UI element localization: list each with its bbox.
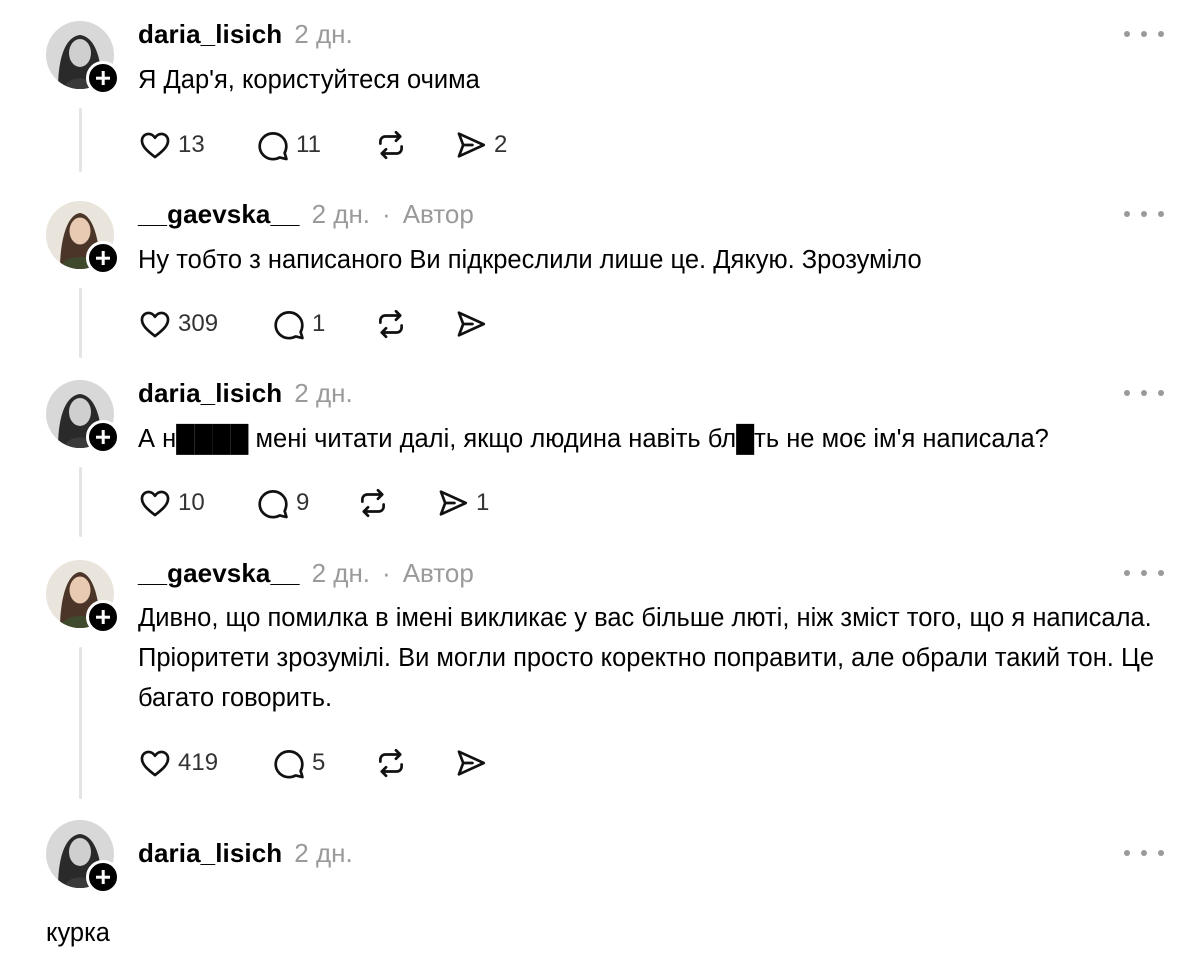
share-button[interactable]: 1 xyxy=(436,483,489,523)
comment-text: Я Дар'я, користуйтеся очима xyxy=(138,66,480,94)
share-count: 1 xyxy=(476,489,490,516)
repost-icon xyxy=(361,488,385,518)
like-button[interactable]: 309 xyxy=(138,304,218,344)
avatar-daria-lisich[interactable] xyxy=(46,21,120,95)
follow-plus-icon[interactable] xyxy=(86,600,120,634)
author-badge: Автор xyxy=(402,557,474,588)
caption-text: курка xyxy=(46,919,110,947)
reply-count: 11 xyxy=(296,131,321,158)
share-button[interactable] xyxy=(454,743,488,783)
avatar-gaevska[interactable] xyxy=(46,201,120,275)
comment-text: А н████ мені читати далі, якщо людина на… xyxy=(138,425,1049,453)
share-icon xyxy=(439,490,468,516)
share-button[interactable]: 2 xyxy=(454,125,507,165)
like-button[interactable]: 419 xyxy=(138,743,218,783)
timestamp: 2 дн. xyxy=(294,837,353,868)
repost-button[interactable] xyxy=(356,483,390,523)
share-button[interactable] xyxy=(454,304,488,344)
separator-dot: · xyxy=(382,198,391,229)
comment-text: Ну тобто з написаного Ви підкреслили лиш… xyxy=(138,246,922,274)
share-icon xyxy=(457,132,486,158)
reply-count: 9 xyxy=(296,489,310,516)
thread-line xyxy=(79,108,82,172)
like-button[interactable]: 10 xyxy=(138,483,205,523)
separator-dot: · xyxy=(382,557,391,588)
thread-line xyxy=(79,288,82,358)
like-count: 419 xyxy=(178,749,219,776)
username[interactable]: __gaevska__ xyxy=(138,199,300,230)
username[interactable]: __gaevska__ xyxy=(138,558,300,589)
reply-button[interactable]: 9 xyxy=(256,483,309,523)
username[interactable]: daria_lisich xyxy=(138,378,282,409)
comment-icon xyxy=(258,132,288,161)
comment-icon xyxy=(258,490,288,519)
follow-plus-icon[interactable] xyxy=(86,860,120,894)
repost-icon xyxy=(379,130,403,160)
thread-line xyxy=(79,647,82,799)
follow-plus-icon[interactable] xyxy=(86,61,120,95)
reply-count: 5 xyxy=(312,749,326,776)
repost-button[interactable] xyxy=(374,304,408,344)
follow-plus-icon[interactable] xyxy=(86,420,120,454)
thread-line xyxy=(79,467,82,537)
more-icon[interactable] xyxy=(1124,843,1164,863)
username[interactable]: daria_lisich xyxy=(138,19,282,50)
more-icon[interactable] xyxy=(1124,24,1164,44)
avatar-daria-lisich[interactable] xyxy=(46,380,120,454)
username[interactable]: daria_lisich xyxy=(138,838,282,869)
like-count: 13 xyxy=(178,131,205,158)
timestamp: 2 дн. xyxy=(311,557,371,588)
share-icon xyxy=(457,750,486,776)
reply-button[interactable]: 5 xyxy=(272,743,325,783)
repost-icon xyxy=(379,309,403,339)
share-count: 2 xyxy=(494,131,508,158)
reply-button[interactable]: 11 xyxy=(256,125,321,165)
comment-icon xyxy=(274,311,304,340)
timestamp: 2 дн. xyxy=(294,377,353,408)
like-button[interactable]: 13 xyxy=(138,125,205,165)
more-icon[interactable] xyxy=(1124,204,1164,224)
timestamp: 2 дн. xyxy=(294,18,353,49)
author-badge: Автор xyxy=(402,198,474,229)
like-count: 309 xyxy=(178,310,219,337)
heart-icon xyxy=(140,311,170,338)
reply-button[interactable]: 1 xyxy=(272,304,325,344)
heart-icon xyxy=(140,490,170,517)
timestamp: 2 дн. xyxy=(311,198,371,229)
more-icon[interactable] xyxy=(1124,383,1164,403)
comment-text: Дивно, що помилка в імені викликає у вас… xyxy=(138,604,1155,712)
reply-count: 1 xyxy=(312,310,326,337)
heart-icon xyxy=(140,132,170,159)
repost-button[interactable] xyxy=(374,125,408,165)
avatar-daria-lisich[interactable] xyxy=(46,820,120,894)
avatar-gaevska[interactable] xyxy=(46,560,120,634)
follow-plus-icon[interactable] xyxy=(86,241,120,275)
heart-icon xyxy=(140,750,170,777)
comment-icon xyxy=(274,750,304,779)
share-icon xyxy=(457,311,486,337)
more-icon[interactable] xyxy=(1124,563,1164,583)
repost-button[interactable] xyxy=(374,743,408,783)
like-count: 10 xyxy=(178,489,205,516)
repost-icon xyxy=(379,748,403,778)
